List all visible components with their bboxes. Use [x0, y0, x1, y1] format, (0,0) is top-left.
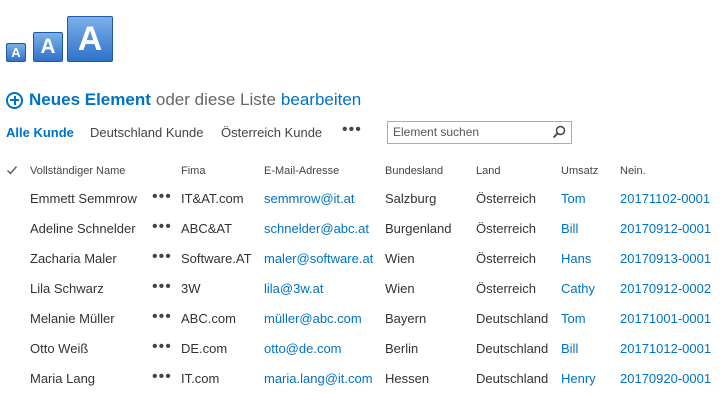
add-circle-icon[interactable]: [6, 91, 23, 109]
cell-umsatz-link[interactable]: Tom: [561, 191, 586, 206]
cell-land: Deutschland: [476, 311, 549, 326]
table-row[interactable]: Lila Schwarz ••• 3W lila@3w.at Wien Öste…: [0, 275, 724, 305]
cell-name: Emmett Semmrow: [30, 191, 137, 206]
cell-name: Melanie Müller: [30, 311, 115, 326]
cell-nein-link[interactable]: 20171012-0001: [620, 341, 711, 356]
cell-name: Zacharia Maler: [30, 251, 117, 266]
cell-fima: ABC&AT: [181, 221, 233, 236]
row-menu-icon[interactable]: •••: [152, 248, 172, 266]
text-size-large-icon[interactable]: A: [67, 16, 113, 62]
cell-name: Otto Weiß: [30, 341, 89, 356]
column-header-umsatz[interactable]: Umsatz: [561, 165, 598, 177]
column-header-bundesland[interactable]: Bundesland: [385, 165, 443, 177]
cell-fima: IT.com: [181, 371, 220, 386]
cell-nein-link[interactable]: 20171001-0001: [620, 311, 711, 326]
table-row[interactable]: Melanie Müller ••• ABC.com müller@abc.co…: [0, 305, 724, 335]
cell-bundesland: Bayern: [385, 311, 427, 326]
table-row[interactable]: Zacharia Maler ••• Software.AT maler@sof…: [0, 245, 724, 275]
view-tab-oesterreich-kunde[interactable]: Österreich Kunde: [221, 125, 322, 140]
cell-bundesland: Salzburg: [385, 191, 437, 206]
column-header-email[interactable]: E-Mail-Adresse: [264, 165, 339, 177]
cell-umsatz-link[interactable]: Bill: [561, 221, 578, 236]
row-menu-icon[interactable]: •••: [152, 338, 172, 356]
cell-fima: 3W: [181, 281, 201, 296]
cell-umsatz-link[interactable]: Bill: [561, 341, 578, 356]
cell-email-link[interactable]: semmrow@it.at: [264, 191, 355, 206]
table-row[interactable]: Emmett Semmrow ••• IT&AT.com semmrow@it.…: [0, 185, 724, 215]
more-views-icon[interactable]: •••: [342, 121, 362, 139]
cell-umsatz-link[interactable]: Henry: [561, 371, 596, 386]
row-menu-icon[interactable]: •••: [152, 188, 172, 206]
column-header-land[interactable]: Land: [476, 165, 500, 177]
connector-text: oder diese Liste: [155, 90, 276, 109]
text-size-small-icon[interactable]: A: [6, 43, 26, 62]
cell-bundesland: Berlin: [385, 341, 419, 356]
cell-email-link[interactable]: schnelder@abc.at: [264, 221, 369, 236]
cell-bundesland: Hessen: [385, 371, 430, 386]
row-menu-icon[interactable]: •••: [152, 368, 172, 386]
cell-fima: IT&AT.com: [181, 191, 244, 206]
new-item-link[interactable]: Neues Element: [29, 90, 151, 110]
cell-nein-link[interactable]: 20170912-0001: [620, 221, 711, 236]
edit-list-link[interactable]: bearbeiten: [281, 90, 361, 110]
table-row[interactable]: Maria Lang ••• IT.com maria.lang@it.com …: [0, 365, 724, 395]
cell-umsatz-link[interactable]: Cathy: [561, 281, 595, 296]
column-header-name[interactable]: Vollständiger Name: [30, 165, 125, 177]
select-all-check-icon[interactable]: [6, 164, 18, 176]
search-icon[interactable]: [552, 125, 566, 139]
cell-name: Maria Lang: [30, 371, 96, 386]
cell-land: Österreich: [476, 251, 536, 266]
cell-email-link[interactable]: maria.lang@it.com: [264, 371, 373, 386]
cell-bundesland: Wien: [385, 251, 415, 266]
row-menu-icon[interactable]: •••: [152, 308, 172, 326]
search-input[interactable]: [393, 125, 543, 139]
cell-land: Deutschland: [476, 341, 549, 356]
cell-bundesland: Wien: [385, 281, 415, 296]
cell-fima: ABC.com: [181, 311, 236, 326]
cell-nein-link[interactable]: 20170913-0001: [620, 251, 711, 266]
cell-fima: Software.AT: [181, 251, 252, 266]
cell-bundesland: Burgenland: [385, 221, 452, 236]
view-tab-deutschland-kunde[interactable]: Deutschland Kunde: [90, 125, 203, 140]
cell-name: Lila Schwarz: [30, 281, 104, 296]
cell-land: Österreich: [476, 191, 536, 206]
table-row[interactable]: Otto Weiß ••• DE.com otto@de.com Berlin …: [0, 335, 724, 365]
column-header-nein[interactable]: Nein.: [620, 165, 646, 177]
cell-nein-link[interactable]: 20171102-0001: [620, 191, 710, 206]
cell-umsatz-link[interactable]: Hans: [561, 251, 591, 266]
text-size-medium-icon[interactable]: A: [33, 32, 63, 62]
cell-email-link[interactable]: müller@abc.com: [264, 311, 362, 326]
row-menu-icon[interactable]: •••: [152, 278, 172, 296]
cell-land: Österreich: [476, 221, 536, 236]
cell-land: Deutschland: [476, 371, 549, 386]
new-item-bar: Neues Element oder diese Liste bearbeite…: [6, 89, 361, 111]
cell-umsatz-link[interactable]: Tom: [561, 311, 586, 326]
cell-land: Österreich: [476, 281, 536, 296]
column-header-fima[interactable]: Fima: [181, 165, 205, 177]
cell-email-link[interactable]: otto@de.com: [264, 341, 342, 356]
cell-name: Adeline Schnelder: [30, 221, 136, 236]
search-box: [387, 121, 572, 144]
view-tab-alle-kunde[interactable]: Alle Kunde: [6, 125, 74, 140]
cell-email-link[interactable]: lila@3w.at: [264, 281, 323, 296]
cell-nein-link[interactable]: 20170920-0001: [620, 371, 711, 386]
cell-email-link[interactable]: maler@software.at: [264, 251, 373, 266]
cell-nein-link[interactable]: 20170912-0002: [620, 281, 711, 296]
row-menu-icon[interactable]: •••: [152, 218, 172, 236]
table-row[interactable]: Adeline Schnelder ••• ABC&AT schnelder@a…: [0, 215, 724, 245]
cell-fima: DE.com: [181, 341, 228, 356]
